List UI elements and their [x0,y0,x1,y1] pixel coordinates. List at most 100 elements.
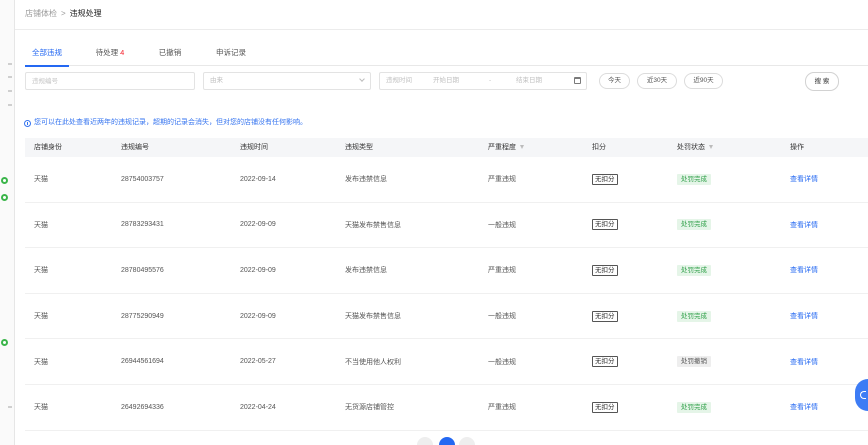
violation-type-cell: 无货源店铺管控 [345,404,394,412]
pending-count-badge: 4 [120,48,125,57]
shop-identity-cell: 天猫 [34,267,48,275]
search-button[interactable]: 搜 索 [805,72,839,91]
points-tag: 无扣分 [592,219,618,231]
tab-revoked[interactable]: 已撤销 [148,46,192,65]
sidebar-status-dot-icon [1,339,8,346]
view-details-link[interactable]: 查看详情 [790,222,818,229]
tab-bar: 全部违规 待处理 4 已撤销 申诉记录 [25,46,868,67]
tab-all-violations[interactable]: 全部违规 [25,46,69,67]
penalty-status-tag: 处罚完成 [677,219,711,231]
shop-identity-cell: 天猫 [34,358,48,366]
violation-time-cell: 2022-09-09 [240,221,276,229]
table-header-row: 店铺身份 违规编号 违规时间 违规类型 严重程度 扣分 处罚状态 操作 [25,138,868,157]
header-divider [15,29,868,30]
violation-id-cell: 26944561694 [121,358,164,366]
notice-text: 您可以在此处查看近两年的违规记录，超期的记录会消失，但对您的店铺没有任何影响。 [34,119,307,126]
shop-identity-cell: 天猫 [34,221,48,229]
severity-cell: 严重违规 [488,176,516,184]
violation-time-cell: 2022-09-09 [240,266,276,274]
date-range-label: 违规时间 [386,77,412,84]
table-body: 天猫 28754003757 2022-09-14 发布违禁信息 严重违规 无扣分 处罚完成… [25,157,868,431]
violation-id-input[interactable] [25,72,195,90]
points-tag: 无扣分 [592,173,618,185]
penalty-status-tag: 处罚完成 [677,173,711,185]
view-details-link[interactable]: 查看详情 [790,404,818,411]
tab-pending[interactable]: 待处理 4 [88,46,132,65]
severity-cell: 一般违规 [488,313,516,321]
header-action: 操作 [790,144,804,151]
points-cell: 无扣分 [583,173,668,185]
source-select[interactable]: 由来 [203,72,371,90]
status-filter-icon[interactable] [709,145,713,150]
breadcrumb: 店铺体检 > 违规处理 [25,9,102,19]
quick-range-30-days-button[interactable]: 近30天 [637,73,677,89]
sidebar-fragment-mark [8,406,12,408]
pagination-page-button[interactable] [417,437,433,445]
pagination-current-page-button[interactable] [439,437,455,445]
points-cell: 无扣分 [583,401,668,413]
violation-id-cell: 28754003757 [121,175,164,183]
pagination-page-button[interactable] [459,437,475,445]
sidebar-fragment-mark [8,90,12,92]
action-cell: 查看详情 [781,311,868,321]
view-details-link[interactable]: 查看详情 [790,359,818,366]
violation-time-cell: 2022-09-14 [240,175,276,183]
violations-table: 店铺身份 违规编号 违规时间 违规类型 严重程度 扣分 处罚状态 操作 天猫 28… [25,138,868,431]
severity-cell: 严重违规 [488,404,516,412]
penalty-status-tag: 处罚完成 [677,310,711,322]
floating-help-button[interactable] [855,379,868,411]
severity-filter-icon[interactable] [520,145,524,150]
violation-type-cell: 天猫发布禁售信息 [345,313,401,321]
tab-label: 申诉记录 [216,48,246,57]
tab-appeal-records[interactable]: 申诉记录 [209,46,253,65]
info-icon [24,119,31,127]
action-cell: 查看详情 [781,174,868,184]
source-select-placeholder: 由来 [210,77,223,84]
table-row: 天猫 26944561694 2022-05-27 不当使用他人权利 一般违规 无扣分 处罚… [25,339,868,385]
action-cell: 查看详情 [781,357,868,367]
header-penalty-status: 处罚状态 [668,138,781,157]
chevron-down-icon [359,76,365,82]
penalty-status-tag: 处罚撤销 [677,356,711,368]
violation-date-range-picker[interactable]: 违规时间 开始日期 - 结束日期 [379,72,587,90]
violation-type-cell: 发布违禁信息 [345,176,387,184]
violation-id-cell: 28780495576 [121,266,164,274]
view-details-link[interactable]: 查看详情 [790,176,818,183]
penalty-status-tag: 处罚完成 [677,264,711,276]
header-violation-time: 违规时间 [240,144,268,151]
violation-time-cell: 2022-04-24 [240,403,276,411]
start-date-input[interactable]: 开始日期 [433,73,459,89]
breadcrumb-parent-link[interactable]: 店铺体检 [25,9,57,18]
penalty-status-cell: 处罚完成 [668,401,781,413]
header-shop-identity: 店铺身份 [34,144,62,151]
points-cell: 无扣分 [583,219,668,231]
table-row: 天猫 28783293431 2022-09-09 天猫发布禁售信息 一般违规 无扣分 处罚… [25,203,868,249]
severity-cell: 一般违规 [488,358,516,366]
violation-time-cell: 2022-09-09 [240,312,276,320]
points-cell: 无扣分 [583,356,668,368]
shop-identity-cell: 天猫 [34,176,48,184]
breadcrumb-current: 违规处理 [69,9,102,18]
sidebar-fragment-mark [8,63,12,65]
penalty-status-tag: 处罚完成 [677,401,711,413]
tab-label: 待处理 [95,48,119,57]
severity-cell: 一般违规 [488,221,516,229]
penalty-status-cell: 处罚完成 [668,219,781,231]
header-points: 扣分 [592,144,606,151]
violation-time-cell: 2022-05-27 [240,358,276,366]
quick-range-today-button[interactable]: 今天 [599,73,630,89]
help-icon [860,391,866,399]
end-date-input[interactable]: 结束日期 [516,73,542,89]
penalty-status-cell: 处罚完成 [668,264,781,276]
violation-id-cell: 26492694336 [121,403,164,411]
violation-type-cell: 发布违禁信息 [345,267,387,275]
quick-range-90-days-button[interactable]: 近90天 [684,73,723,89]
view-details-link[interactable]: 查看详情 [790,313,818,320]
sidebar-fragment-mark [8,104,12,106]
violation-type-cell: 天猫发布禁售信息 [345,221,401,229]
penalty-status-cell: 处罚完成 [668,173,781,185]
header-severity: 严重程度 [479,138,583,157]
view-details-link[interactable]: 查看详情 [790,267,818,274]
table-row: 天猫 26492694336 2022-04-24 无货源店铺管控 严重违规 无扣分 处罚完… [25,385,868,431]
action-cell: 查看详情 [781,220,868,230]
